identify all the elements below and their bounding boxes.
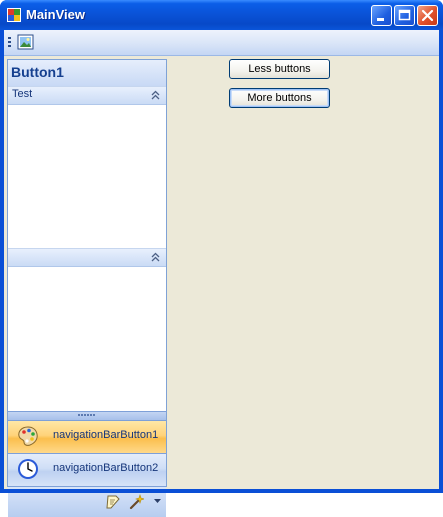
group-header-2[interactable] <box>8 248 166 267</box>
palette-icon <box>18 426 38 446</box>
close-button[interactable] <box>417 5 438 26</box>
nav-button-label: navigationBarButton2 <box>53 462 159 474</box>
close-icon <box>421 9 434 22</box>
chevron-down-icon[interactable] <box>154 499 161 504</box>
minimize-icon <box>377 18 384 21</box>
maximize-icon <box>398 9 411 21</box>
nav-button-1[interactable]: navigationBarButton1 <box>8 420 166 453</box>
more-buttons-button[interactable]: More buttons <box>229 88 330 108</box>
main-window: MainView Button1 Test navigationBarButto… <box>0 0 443 517</box>
toolstrip <box>4 30 439 56</box>
group-header-label: Test <box>12 88 33 100</box>
toolstrip-grip[interactable] <box>8 37 11 49</box>
group-header-test[interactable]: Test <box>8 86 166 105</box>
less-buttons-button[interactable]: Less buttons <box>229 59 330 79</box>
group-content-test <box>8 105 166 248</box>
nav-button-2[interactable]: navigationBarButton2 <box>8 453 166 486</box>
window-frame-bottom <box>0 489 443 493</box>
navbar-header: Button1 <box>8 60 166 87</box>
client-area: Button1 Test navigationBarButton1 naviga… <box>4 30 439 517</box>
window-title: MainView <box>26 7 86 22</box>
navbar-splitter[interactable] <box>8 411 166 420</box>
image-icon[interactable] <box>17 34 35 51</box>
splitter-grip <box>78 414 96 416</box>
group-content-2 <box>8 267 166 411</box>
app-icon <box>7 8 21 22</box>
navigation-bar: Button1 Test navigationBarButton1 naviga… <box>7 59 167 517</box>
minimize-button[interactable] <box>371 5 392 26</box>
collapse-chevrons-icon[interactable] <box>150 251 161 263</box>
nav-button-label: navigationBarButton1 <box>53 429 159 441</box>
maximize-button[interactable] <box>394 5 415 26</box>
clock-icon <box>18 459 38 479</box>
title-bar[interactable]: MainView <box>0 0 443 30</box>
collapse-chevrons-icon[interactable] <box>150 89 161 101</box>
magic-wand-icon[interactable] <box>128 494 144 510</box>
navbar-header-title: Button1 <box>11 64 64 80</box>
notepad-icon[interactable] <box>105 494 121 510</box>
